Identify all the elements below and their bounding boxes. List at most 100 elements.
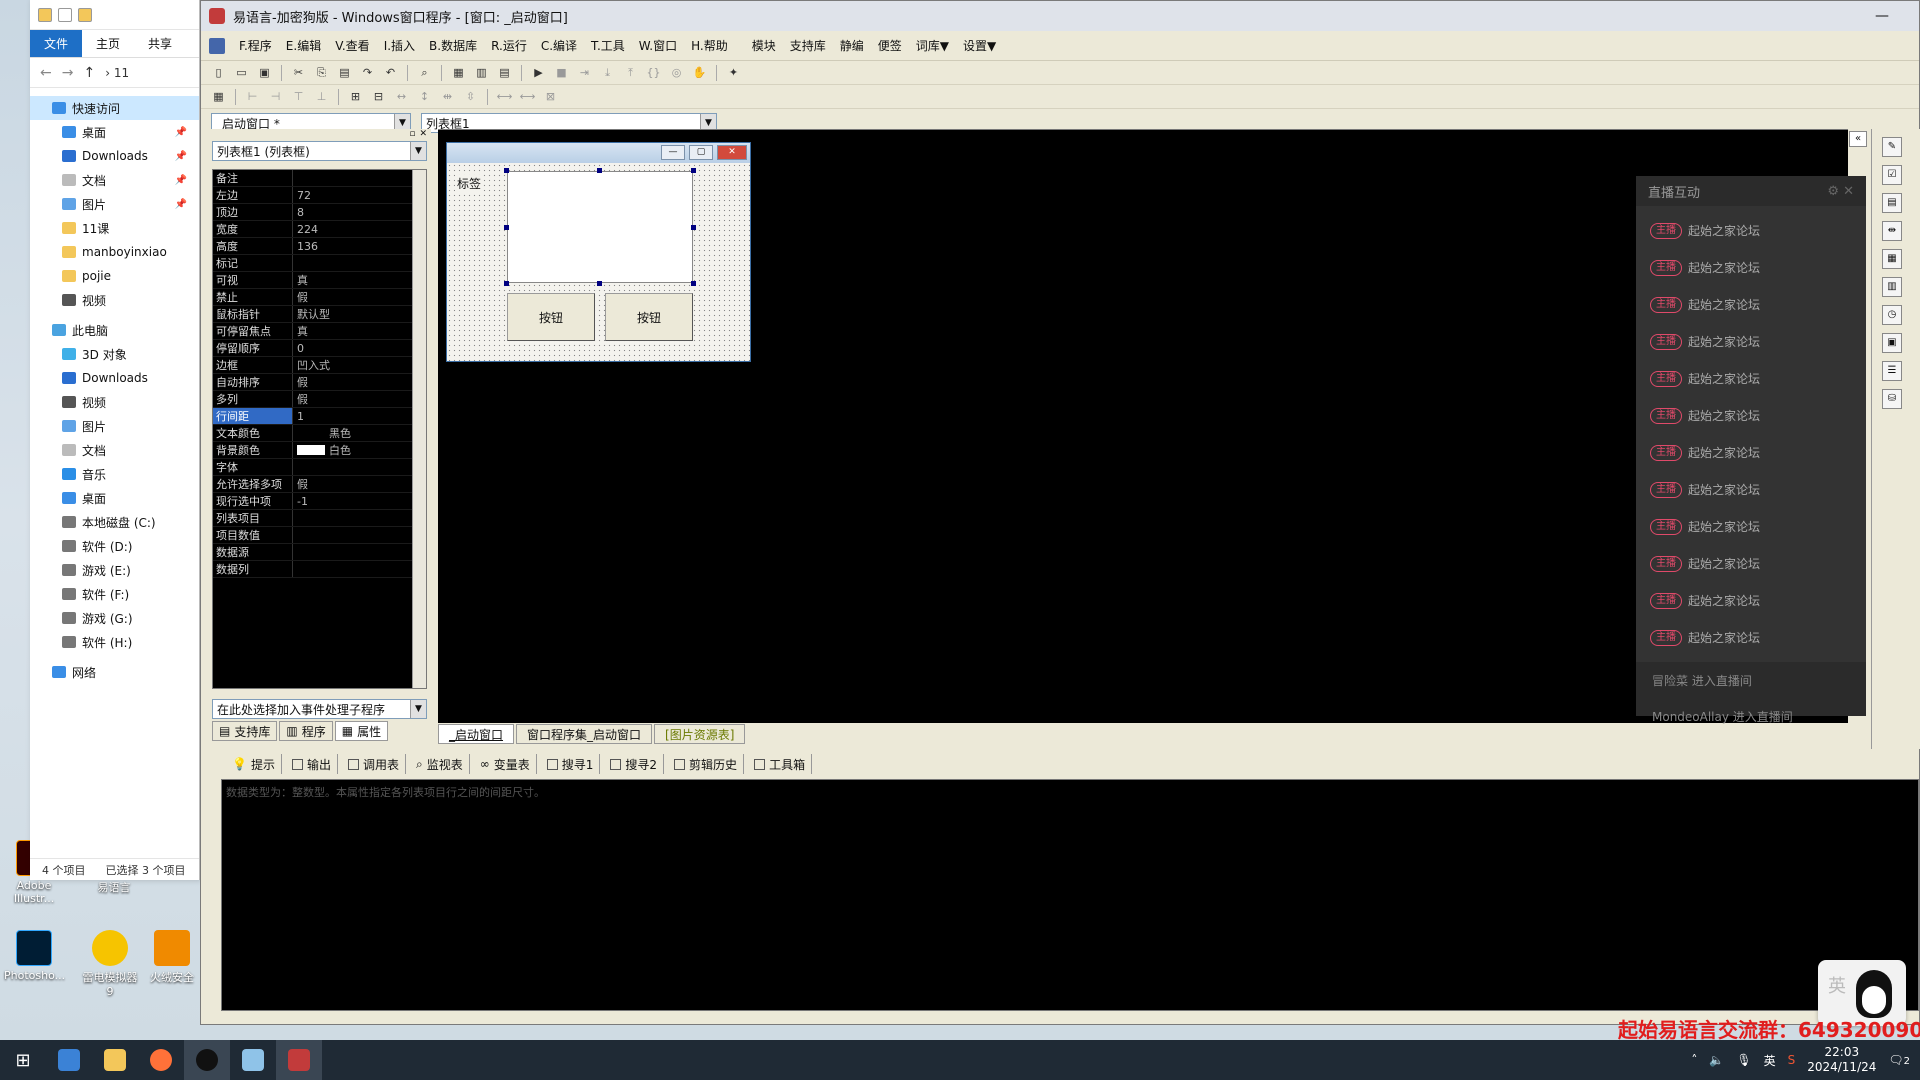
tool-tree-icon[interactable]: ☰ (1882, 361, 1902, 381)
property-value[interactable]: 72 (293, 187, 311, 203)
menu-notes[interactable]: 便签 (878, 37, 902, 54)
tree-item-3d[interactable]: 3D 对象 (30, 342, 199, 366)
tree-quick-access[interactable]: 快速访问 (30, 96, 199, 120)
tab-search1[interactable]: 搜寻1 (541, 754, 601, 774)
menu-tools[interactable]: T.工具 (591, 37, 625, 54)
tool-timer-icon[interactable]: ◷ (1882, 305, 1902, 325)
start-windows-icon[interactable]: ⊞ (0, 1040, 46, 1080)
copy-icon[interactable]: ⎘ (312, 64, 331, 82)
properties-icon[interactable] (58, 7, 72, 22)
form-listbox-control[interactable] (507, 171, 693, 283)
tab-search2[interactable]: 搜寻2 (604, 754, 665, 774)
tree-item-pc-desktop[interactable]: 桌面 (30, 486, 199, 510)
ribbon-tab-home[interactable]: 主页 (82, 30, 134, 57)
notification-icon[interactable]: 🗨2 (1888, 1053, 1910, 1067)
property-value[interactable] (293, 561, 297, 577)
property-value[interactable] (293, 527, 297, 543)
resize-handle[interactable] (504, 281, 509, 286)
menu-module[interactable]: 模块 (752, 37, 776, 54)
property-row[interactable]: 文本颜色 黑色 (213, 425, 426, 442)
form-button-2[interactable]: 按钮 (605, 293, 693, 341)
layout1-icon[interactable]: ▦ (449, 64, 468, 82)
resize-handle[interactable] (597, 168, 602, 173)
taskbar-app-qq[interactable] (184, 1040, 230, 1080)
property-row[interactable]: 顶边 8 (213, 204, 426, 221)
tree-item-folder-11[interactable]: 11课 (30, 216, 199, 240)
property-row[interactable]: 鼠标指针 默认型 (213, 306, 426, 323)
taskbar-app-window[interactable] (230, 1040, 276, 1080)
redo-icon[interactable]: ↷ (358, 64, 377, 82)
property-row[interactable]: 可停留焦点真 (213, 323, 426, 340)
panel-tab-support-lib[interactable]: ▤ 支持库 (212, 721, 278, 741)
tray-expand-icon[interactable]: ˄ (1691, 1053, 1697, 1067)
new-file-icon[interactable]: ▯ (209, 64, 228, 82)
resize-handle[interactable] (504, 225, 509, 230)
tab-hint[interactable]: 💡 提示 (226, 754, 282, 774)
speaker-icon[interactable]: 🔈 (1709, 1053, 1724, 1067)
property-object-selector[interactable]: 列表框1 (列表框) ▼ (212, 141, 427, 161)
collapse-panel-button[interactable]: « (1849, 131, 1867, 147)
undo-icon[interactable]: ↶ (381, 64, 400, 82)
resize-handle[interactable] (597, 281, 602, 286)
tab-window-assembly[interactable]: 窗口程序集_启动窗口 (516, 724, 653, 744)
pin-icon[interactable]: ▫ (409, 129, 415, 141)
menu-window[interactable]: W.窗口 (639, 37, 677, 54)
design-form-window[interactable]: — ▢ ✕ 标签 按钮 按钮 (446, 142, 751, 362)
close-icon[interactable]: ✕ (717, 145, 747, 160)
menu-database[interactable]: B.数据库 (429, 37, 477, 54)
property-value[interactable]: 假 (293, 289, 308, 305)
menu-run[interactable]: R.运行 (491, 37, 527, 54)
property-value[interactable]: 真 (293, 272, 308, 288)
property-row[interactable]: 禁止假 (213, 289, 426, 306)
property-row[interactable]: 允许选择多项假 (213, 476, 426, 493)
step-out-icon[interactable]: ⤒ (621, 64, 640, 82)
maximize-icon[interactable]: ▢ (689, 145, 713, 160)
property-row[interactable]: 多列假 (213, 391, 426, 408)
tree-item-pictures[interactable]: 图片 📌 (30, 192, 199, 216)
clock[interactable]: 22:03 2024/11/24 (1807, 1045, 1876, 1075)
dropdown-arrow-icon[interactable]: ▼ (410, 142, 426, 160)
tree-item-pc-downloads[interactable]: Downloads (30, 366, 199, 390)
property-value[interactable]: 白色 (293, 442, 351, 458)
folder-icon[interactable] (38, 7, 52, 22)
tool-checkbox-icon[interactable]: ☑ (1882, 165, 1902, 185)
same-width-icon[interactable]: ↔ (392, 88, 411, 106)
tree-item-drive-g[interactable]: 游戏 (G:) (30, 606, 199, 630)
property-value[interactable]: 真 (293, 323, 308, 339)
center-h-icon[interactable]: ⊞ (346, 88, 365, 106)
tree-this-pc[interactable]: 此电脑 (30, 318, 199, 342)
form-button-1[interactable]: 按钮 (507, 293, 595, 341)
dropdown-arrow-icon[interactable]: ▼ (410, 700, 426, 718)
desktop-icon-photoshop[interactable]: Photosho... (4, 930, 65, 982)
tab-start-window[interactable]: _启动窗口 (438, 724, 515, 744)
menu-program[interactable]: F.程序 (239, 37, 272, 54)
resize-handle[interactable] (691, 168, 696, 173)
new-folder-icon[interactable] (78, 7, 92, 22)
desktop-icon-ldplayer[interactable]: 雷电模拟器9 (80, 930, 140, 998)
tool-listview-icon[interactable]: ▥ (1882, 277, 1902, 297)
tree-item-desktop[interactable]: 桌面 📌 (30, 120, 199, 144)
tree-item-folder-pojie[interactable]: pojie (30, 264, 199, 288)
tree-item-downloads[interactable]: Downloads 📌 (30, 144, 199, 168)
space-v-icon[interactable]: ⇳ (461, 88, 480, 106)
breakpoint-icon[interactable]: ◎ (667, 64, 686, 82)
tray-ime[interactable]: 英 (1764, 1052, 1776, 1069)
property-value[interactable] (293, 255, 297, 271)
run-to-cursor-icon[interactable]: {} (644, 64, 663, 82)
taskbar-app-firefox[interactable] (138, 1040, 184, 1080)
property-value[interactable] (293, 544, 297, 560)
property-value[interactable]: 默认型 (293, 306, 330, 322)
menu-static-compile[interactable]: 静编 (840, 37, 864, 54)
menu-edit[interactable]: E.编辑 (286, 37, 321, 54)
tree-item-pc-documents[interactable]: 文档 (30, 438, 199, 462)
resize-handle[interactable] (504, 168, 509, 173)
taskbar-app-explorer[interactable] (92, 1040, 138, 1080)
grid-icon[interactable]: ▦ (209, 88, 228, 106)
magic-icon[interactable]: ✦ (724, 64, 743, 82)
desktop-icon-huorong[interactable]: 火绒安全 (144, 930, 200, 985)
tree-item-videos[interactable]: 视频 (30, 288, 199, 312)
menu-compile[interactable]: C.编译 (541, 37, 577, 54)
property-row[interactable]: 现行选中项 -1 (213, 493, 426, 510)
property-value[interactable]: 1 (293, 408, 304, 424)
pin-icon[interactable]: 📌 (175, 127, 187, 138)
